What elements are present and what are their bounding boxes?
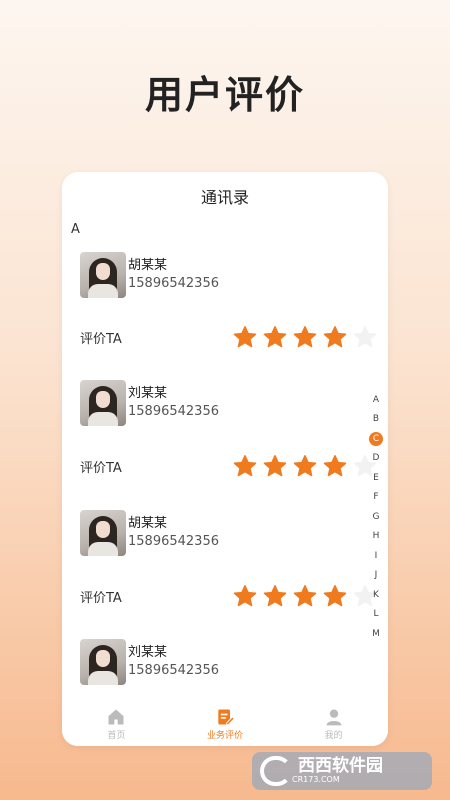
rating-row: 评价TA xyxy=(80,453,380,479)
phone-screen: 通讯录 A 胡某某 15896542356 评价TA 刘某某 158965423… xyxy=(62,172,388,746)
tab-bar: 首页 业务评价 我的 xyxy=(62,702,388,746)
star-rating[interactable] xyxy=(230,453,380,479)
index-letter[interactable]: I xyxy=(368,546,384,566)
rate-label: 评价TA xyxy=(80,461,122,476)
section-letter: A xyxy=(71,222,80,237)
star-empty-icon[interactable] xyxy=(350,324,380,350)
index-letter[interactable]: M xyxy=(368,624,384,644)
star-filled-icon[interactable] xyxy=(320,324,350,350)
contact-phone: 15896542356 xyxy=(128,276,219,291)
star-filled-icon[interactable] xyxy=(260,324,290,350)
tab-review[interactable]: 业务评价 xyxy=(171,702,280,746)
star-rating[interactable] xyxy=(230,583,380,609)
avatar xyxy=(80,510,126,556)
star-filled-icon[interactable] xyxy=(290,583,320,609)
tab-home[interactable]: 首页 xyxy=(62,702,171,746)
contact-phone: 15896542356 xyxy=(128,404,219,419)
index-letter[interactable]: L xyxy=(368,605,384,625)
index-letter[interactable]: H xyxy=(368,527,384,547)
star-filled-icon[interactable] xyxy=(260,583,290,609)
index-letter[interactable]: C xyxy=(368,429,384,449)
star-filled-icon[interactable] xyxy=(290,324,320,350)
alphabet-index[interactable]: ABCDEFGHIJKLM xyxy=(368,390,384,644)
tab-label: 我的 xyxy=(324,731,343,741)
star-filled-icon[interactable] xyxy=(230,583,260,609)
screen-title: 通讯录 xyxy=(200,188,249,207)
index-letter[interactable]: G xyxy=(368,507,384,527)
contact-name: 胡某某 xyxy=(128,258,168,273)
avatar xyxy=(80,639,126,685)
index-letter[interactable]: D xyxy=(368,449,384,469)
star-filled-icon[interactable] xyxy=(320,453,350,479)
tab-label: 首页 xyxy=(107,731,126,741)
star-filled-icon[interactable] xyxy=(290,453,320,479)
star-rating[interactable] xyxy=(230,324,380,350)
user-icon xyxy=(326,709,342,726)
star-filled-icon[interactable] xyxy=(260,453,290,479)
rate-label: 评价TA xyxy=(80,591,122,606)
avatar xyxy=(80,380,126,426)
index-letter[interactable]: F xyxy=(368,488,384,508)
star-filled-icon[interactable] xyxy=(320,583,350,609)
index-letter[interactable]: J xyxy=(368,566,384,586)
watermark-name: 西西软件园 xyxy=(298,756,383,776)
site-watermark: 西西软件园 CR173.COM xyxy=(252,752,432,790)
avatar xyxy=(80,252,126,298)
rating-row: 评价TA xyxy=(80,583,380,609)
contact-phone: 15896542356 xyxy=(128,663,219,678)
star-filled-icon[interactable] xyxy=(230,324,260,350)
page-headline: 用户评价 xyxy=(144,73,305,117)
contact-name: 刘某某 xyxy=(128,645,168,660)
index-letter[interactable]: A xyxy=(368,390,384,410)
index-letter[interactable]: B xyxy=(368,410,384,430)
rate-label: 评价TA xyxy=(80,332,122,347)
tab-label: 业务评价 xyxy=(207,731,244,741)
home-icon xyxy=(108,709,124,725)
contact-name: 刘某某 xyxy=(128,386,168,401)
index-letter[interactable]: E xyxy=(368,468,384,488)
contact-item[interactable]: 胡某某 15896542356 xyxy=(80,252,280,298)
contact-phone: 15896542356 xyxy=(128,534,219,549)
watermark-logo-icon xyxy=(260,756,292,786)
watermark-url: CR173.COM xyxy=(292,775,340,784)
rating-row: 评价TA xyxy=(80,324,380,350)
contact-name: 胡某某 xyxy=(128,516,168,531)
edit-icon xyxy=(218,709,235,725)
contact-item[interactable]: 刘某某 15896542356 xyxy=(80,380,280,426)
star-filled-icon[interactable] xyxy=(230,453,260,479)
tab-mine[interactable]: 我的 xyxy=(279,702,388,746)
contact-item[interactable]: 刘某某 15896542356 xyxy=(80,639,280,685)
contact-item[interactable]: 胡某某 15896542356 xyxy=(80,510,280,556)
index-letter[interactable]: K xyxy=(368,585,384,605)
